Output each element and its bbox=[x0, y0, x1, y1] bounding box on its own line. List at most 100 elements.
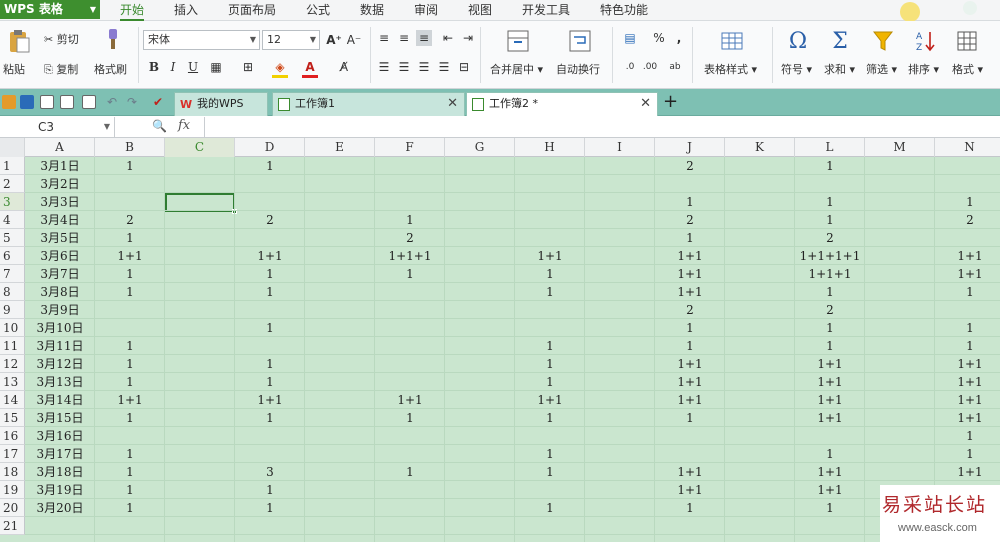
print-icon[interactable] bbox=[60, 95, 74, 109]
app-menu-button[interactable]: WPS 表格 ▼ bbox=[0, 0, 100, 19]
align-center-icon[interactable]: ☰ bbox=[396, 59, 412, 75]
increase-font-icon[interactable]: A⁺ bbox=[326, 32, 342, 48]
cell-h15[interactable]: 1 bbox=[515, 409, 585, 427]
merge-center-label[interactable]: 合并居中 ▾ bbox=[490, 61, 543, 77]
align-top-icon[interactable]: ≡ bbox=[376, 30, 392, 46]
menu-tab-view[interactable]: 视图 bbox=[468, 0, 492, 21]
column-header-g[interactable]: G bbox=[445, 138, 515, 157]
cell-b13[interactable]: 1 bbox=[95, 373, 165, 391]
omega-icon[interactable]: Ω bbox=[786, 27, 810, 55]
cell-b18[interactable]: 1 bbox=[95, 463, 165, 481]
row-header-9[interactable]: 9 bbox=[0, 301, 25, 319]
merge-center-button[interactable] bbox=[506, 29, 530, 53]
cell-n18[interactable]: 1+1 bbox=[935, 463, 1000, 481]
cell-d4[interactable]: 2 bbox=[235, 211, 305, 229]
add-tab-button[interactable]: + bbox=[663, 92, 678, 112]
cell-n17[interactable]: 1 bbox=[935, 445, 1000, 463]
cell-l6[interactable]: 1+1+1+1 bbox=[795, 247, 865, 265]
cell-h8[interactable]: 1 bbox=[515, 283, 585, 301]
cell-l14[interactable]: 1+1 bbox=[795, 391, 865, 409]
cell-d15[interactable]: 1 bbox=[235, 409, 305, 427]
cell-a9[interactable]: 3月9日 bbox=[25, 301, 95, 319]
clear-format-icon[interactable]: A̸ bbox=[336, 59, 352, 75]
cell-l4[interactable]: 1 bbox=[795, 211, 865, 229]
cell-d6[interactable]: 1+1 bbox=[235, 247, 305, 265]
cell-d14[interactable]: 1+1 bbox=[235, 391, 305, 409]
align-right-icon[interactable]: ☰ bbox=[416, 59, 432, 75]
preview-icon[interactable] bbox=[82, 95, 96, 109]
symbol-label[interactable]: 符号 ▾ bbox=[781, 61, 812, 77]
cell-b12[interactable]: 1 bbox=[95, 355, 165, 373]
italic-button[interactable]: I bbox=[165, 59, 181, 75]
cell-b17[interactable]: 1 bbox=[95, 445, 165, 463]
cell-b8[interactable]: 1 bbox=[95, 283, 165, 301]
tab-workbook1[interactable]: 工作簿1 ✕ bbox=[272, 92, 465, 116]
cell-n6[interactable]: 1+1 bbox=[935, 247, 1000, 265]
row-header-11[interactable]: 11 bbox=[0, 337, 25, 355]
cell-a8[interactable]: 3月8日 bbox=[25, 283, 95, 301]
filter-button[interactable] bbox=[872, 27, 896, 55]
menu-tab-formula[interactable]: 公式 bbox=[306, 0, 330, 21]
wrap-text-label[interactable]: 自动换行 bbox=[556, 61, 600, 77]
sort-label[interactable]: 排序 ▾ bbox=[908, 61, 939, 77]
row-header-6[interactable]: 6 bbox=[0, 247, 25, 265]
format-painter-label[interactable]: 格式刷 bbox=[94, 61, 127, 77]
wrap-text-button[interactable] bbox=[568, 29, 592, 53]
cell-j11[interactable]: 1 bbox=[655, 337, 725, 355]
cell-h7[interactable]: 1 bbox=[515, 265, 585, 283]
cell-a16[interactable]: 3月16日 bbox=[25, 427, 95, 445]
cell-d20[interactable]: 1 bbox=[235, 499, 305, 517]
cell-l3[interactable]: 1 bbox=[795, 193, 865, 211]
row-header-12[interactable]: 12 bbox=[0, 355, 25, 373]
row-header-4[interactable]: 4 bbox=[0, 211, 25, 229]
cell-a11[interactable]: 3月11日 bbox=[25, 337, 95, 355]
cell-j12[interactable]: 1+1 bbox=[655, 355, 725, 373]
indent-increase-icon[interactable]: ⇥ bbox=[460, 30, 476, 46]
filter-label[interactable]: 筛选 ▾ bbox=[866, 61, 897, 77]
cell-l10[interactable]: 1 bbox=[795, 319, 865, 337]
border-icon[interactable]: ▦ bbox=[208, 59, 224, 75]
cell-n11[interactable]: 1 bbox=[935, 337, 1000, 355]
cell-d18[interactable]: 3 bbox=[235, 463, 305, 481]
cell-h11[interactable]: 1 bbox=[515, 337, 585, 355]
cell-b11[interactable]: 1 bbox=[95, 337, 165, 355]
distribute-icon[interactable]: ⊟ bbox=[456, 59, 472, 75]
row-header-2[interactable]: 2 bbox=[0, 175, 25, 193]
font-size-select[interactable]: 12 ▼ bbox=[262, 30, 320, 50]
cell-l7[interactable]: 1+1+1 bbox=[795, 265, 865, 283]
cell-h13[interactable]: 1 bbox=[515, 373, 585, 391]
cell-d1[interactable]: 1 bbox=[235, 157, 305, 175]
cell-h20[interactable]: 1 bbox=[515, 499, 585, 517]
cut-button[interactable]: ✂ 剪切 bbox=[44, 31, 79, 47]
cell-n8[interactable]: 1 bbox=[935, 283, 1000, 301]
cell-h14[interactable]: 1+1 bbox=[515, 391, 585, 409]
align-middle-icon[interactable]: ≡ bbox=[396, 30, 412, 46]
cell-b6[interactable]: 1+1 bbox=[95, 247, 165, 265]
cell-a19[interactable]: 3月19日 bbox=[25, 481, 95, 499]
cell-n16[interactable]: 1 bbox=[935, 427, 1000, 445]
open-icon[interactable] bbox=[2, 95, 16, 109]
table-style-label[interactable]: 表格样式 ▾ bbox=[704, 61, 757, 77]
cell-f14[interactable]: 1+1 bbox=[375, 391, 445, 409]
copy-button[interactable]: ⎘ 复制 bbox=[44, 61, 78, 77]
row-header-14[interactable]: 14 bbox=[0, 391, 25, 409]
paste-label[interactable]: 粘贴 bbox=[3, 61, 25, 77]
format-painter-button[interactable] bbox=[102, 27, 122, 51]
cell-b5[interactable]: 1 bbox=[95, 229, 165, 247]
cell-f5[interactable]: 2 bbox=[375, 229, 445, 247]
percent-button[interactable]: % bbox=[651, 30, 667, 46]
cell-b19[interactable]: 1 bbox=[95, 481, 165, 499]
cell-l15[interactable]: 1+1 bbox=[795, 409, 865, 427]
cell-n15[interactable]: 1+1 bbox=[935, 409, 1000, 427]
column-header-e[interactable]: E bbox=[305, 138, 375, 157]
cell-a14[interactable]: 3月14日 bbox=[25, 391, 95, 409]
cell-f4[interactable]: 1 bbox=[375, 211, 445, 229]
cell-a12[interactable]: 3月12日 bbox=[25, 355, 95, 373]
column-header-a[interactable]: A bbox=[25, 138, 95, 157]
cell-a2[interactable]: 3月2日 bbox=[25, 175, 95, 193]
cell-j7[interactable]: 1+1 bbox=[655, 265, 725, 283]
paste-button[interactable] bbox=[6, 27, 32, 55]
row-header-8[interactable]: 8 bbox=[0, 283, 25, 301]
decrease-decimal-icon[interactable]: .00 bbox=[642, 59, 658, 75]
cell-l1[interactable]: 1 bbox=[795, 157, 865, 175]
